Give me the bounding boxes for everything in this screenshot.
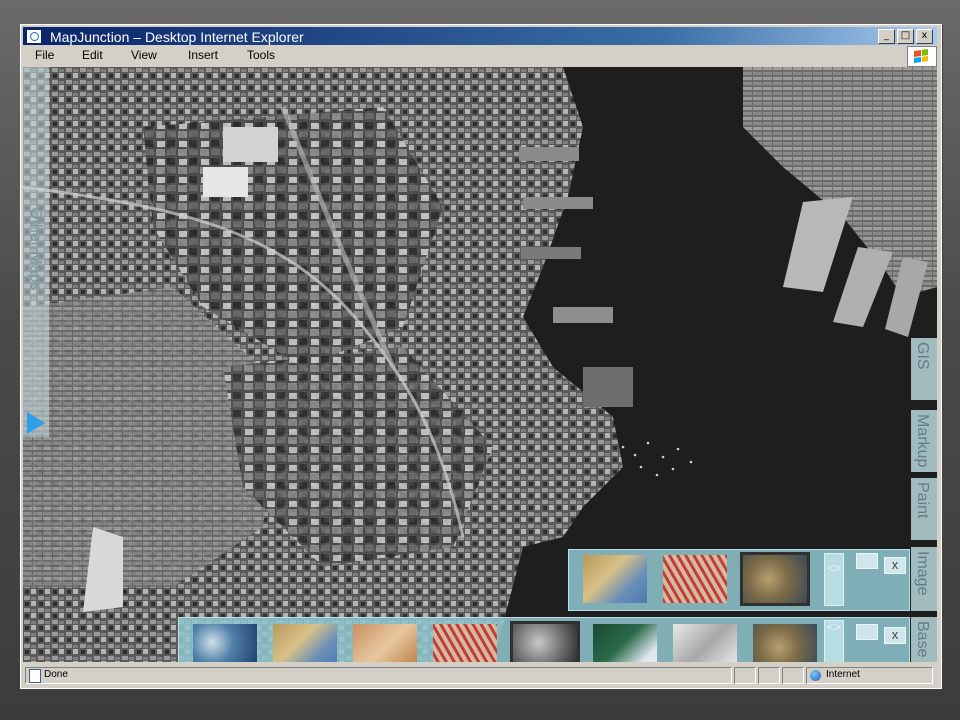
map-thumbnail[interactable]: [433, 624, 497, 662]
close-button[interactable]: x: [916, 29, 933, 44]
menu-insert[interactable]: Insert: [188, 48, 218, 62]
image-tray-square-button[interactable]: [856, 553, 878, 569]
image-tray-close-button[interactable]: x: [884, 557, 906, 574]
other-maps-panel[interactable]: Other Maps: [23, 67, 49, 437]
status-zone-cell: Internet: [806, 667, 933, 684]
map-thumbnail[interactable]: [353, 624, 417, 662]
tab-gis-label: GIS: [914, 342, 931, 370]
menu-file[interactable]: File: [35, 48, 54, 62]
base-tray-close-button[interactable]: x: [884, 627, 906, 644]
base-tray-nav-arrows[interactable]: <>: [824, 620, 844, 662]
image-tray: <> x: [568, 549, 910, 611]
menu-edit[interactable]: Edit: [82, 48, 103, 62]
tab-gis[interactable]: GIS: [911, 338, 937, 400]
map-thumbnail[interactable]: [673, 624, 737, 662]
ie-icon: [26, 29, 42, 44]
title-bar[interactable]: MapJunction – Desktop Internet Explorer …: [23, 27, 937, 45]
map-thumbnail[interactable]: [583, 555, 647, 603]
minimize-button[interactable]: _: [878, 29, 895, 44]
windows-logo-icon: [907, 46, 937, 67]
map-viewport[interactable]: Other Maps GIS Markup Paint Image Base <…: [23, 67, 937, 662]
zone-text: Internet: [826, 669, 860, 680]
tab-markup-label: Markup: [914, 414, 931, 468]
map-thumbnail[interactable]: [510, 621, 580, 662]
base-tray-square-button[interactable]: [856, 624, 878, 640]
tab-base[interactable]: Base: [911, 617, 937, 662]
map-thumbnail[interactable]: [273, 624, 337, 662]
status-cell-3: [782, 667, 804, 684]
map-thumbnail[interactable]: [193, 624, 257, 662]
tab-paint-label: Paint: [914, 482, 931, 519]
map-thumbnail[interactable]: [593, 624, 657, 662]
status-cell-1: [734, 667, 756, 684]
tab-markup[interactable]: Markup: [911, 410, 937, 472]
menu-tools[interactable]: Tools: [247, 48, 275, 62]
maximize-button[interactable]: □: [897, 29, 914, 44]
other-maps-label: Other Maps: [27, 207, 44, 291]
tab-image-label: Image: [914, 551, 931, 596]
status-main-cell: Done: [25, 667, 732, 684]
page-icon: [29, 669, 41, 683]
tab-base-label: Base: [914, 621, 931, 658]
map-thumbnail[interactable]: [753, 624, 817, 662]
map-thumbnail[interactable]: [663, 555, 727, 603]
tab-paint[interactable]: Paint: [911, 478, 937, 540]
status-cell-2: [758, 667, 780, 684]
menu-bar: File Edit View Insert Tools: [23, 46, 937, 65]
expand-arrow-icon[interactable]: [27, 412, 45, 434]
status-text: Done: [44, 669, 68, 680]
menu-view[interactable]: View: [131, 48, 157, 62]
tab-image[interactable]: Image: [911, 547, 937, 611]
browser-window: MapJunction – Desktop Internet Explorer …: [20, 24, 942, 689]
base-tray: <> x: [178, 617, 910, 662]
image-tray-nav-arrows[interactable]: <>: [824, 553, 844, 606]
internet-globe-icon: [810, 670, 821, 681]
status-bar: Done Internet: [23, 665, 937, 685]
window-title: MapJunction – Desktop Internet Explorer: [50, 29, 304, 45]
map-thumbnail[interactable]: [740, 552, 810, 606]
